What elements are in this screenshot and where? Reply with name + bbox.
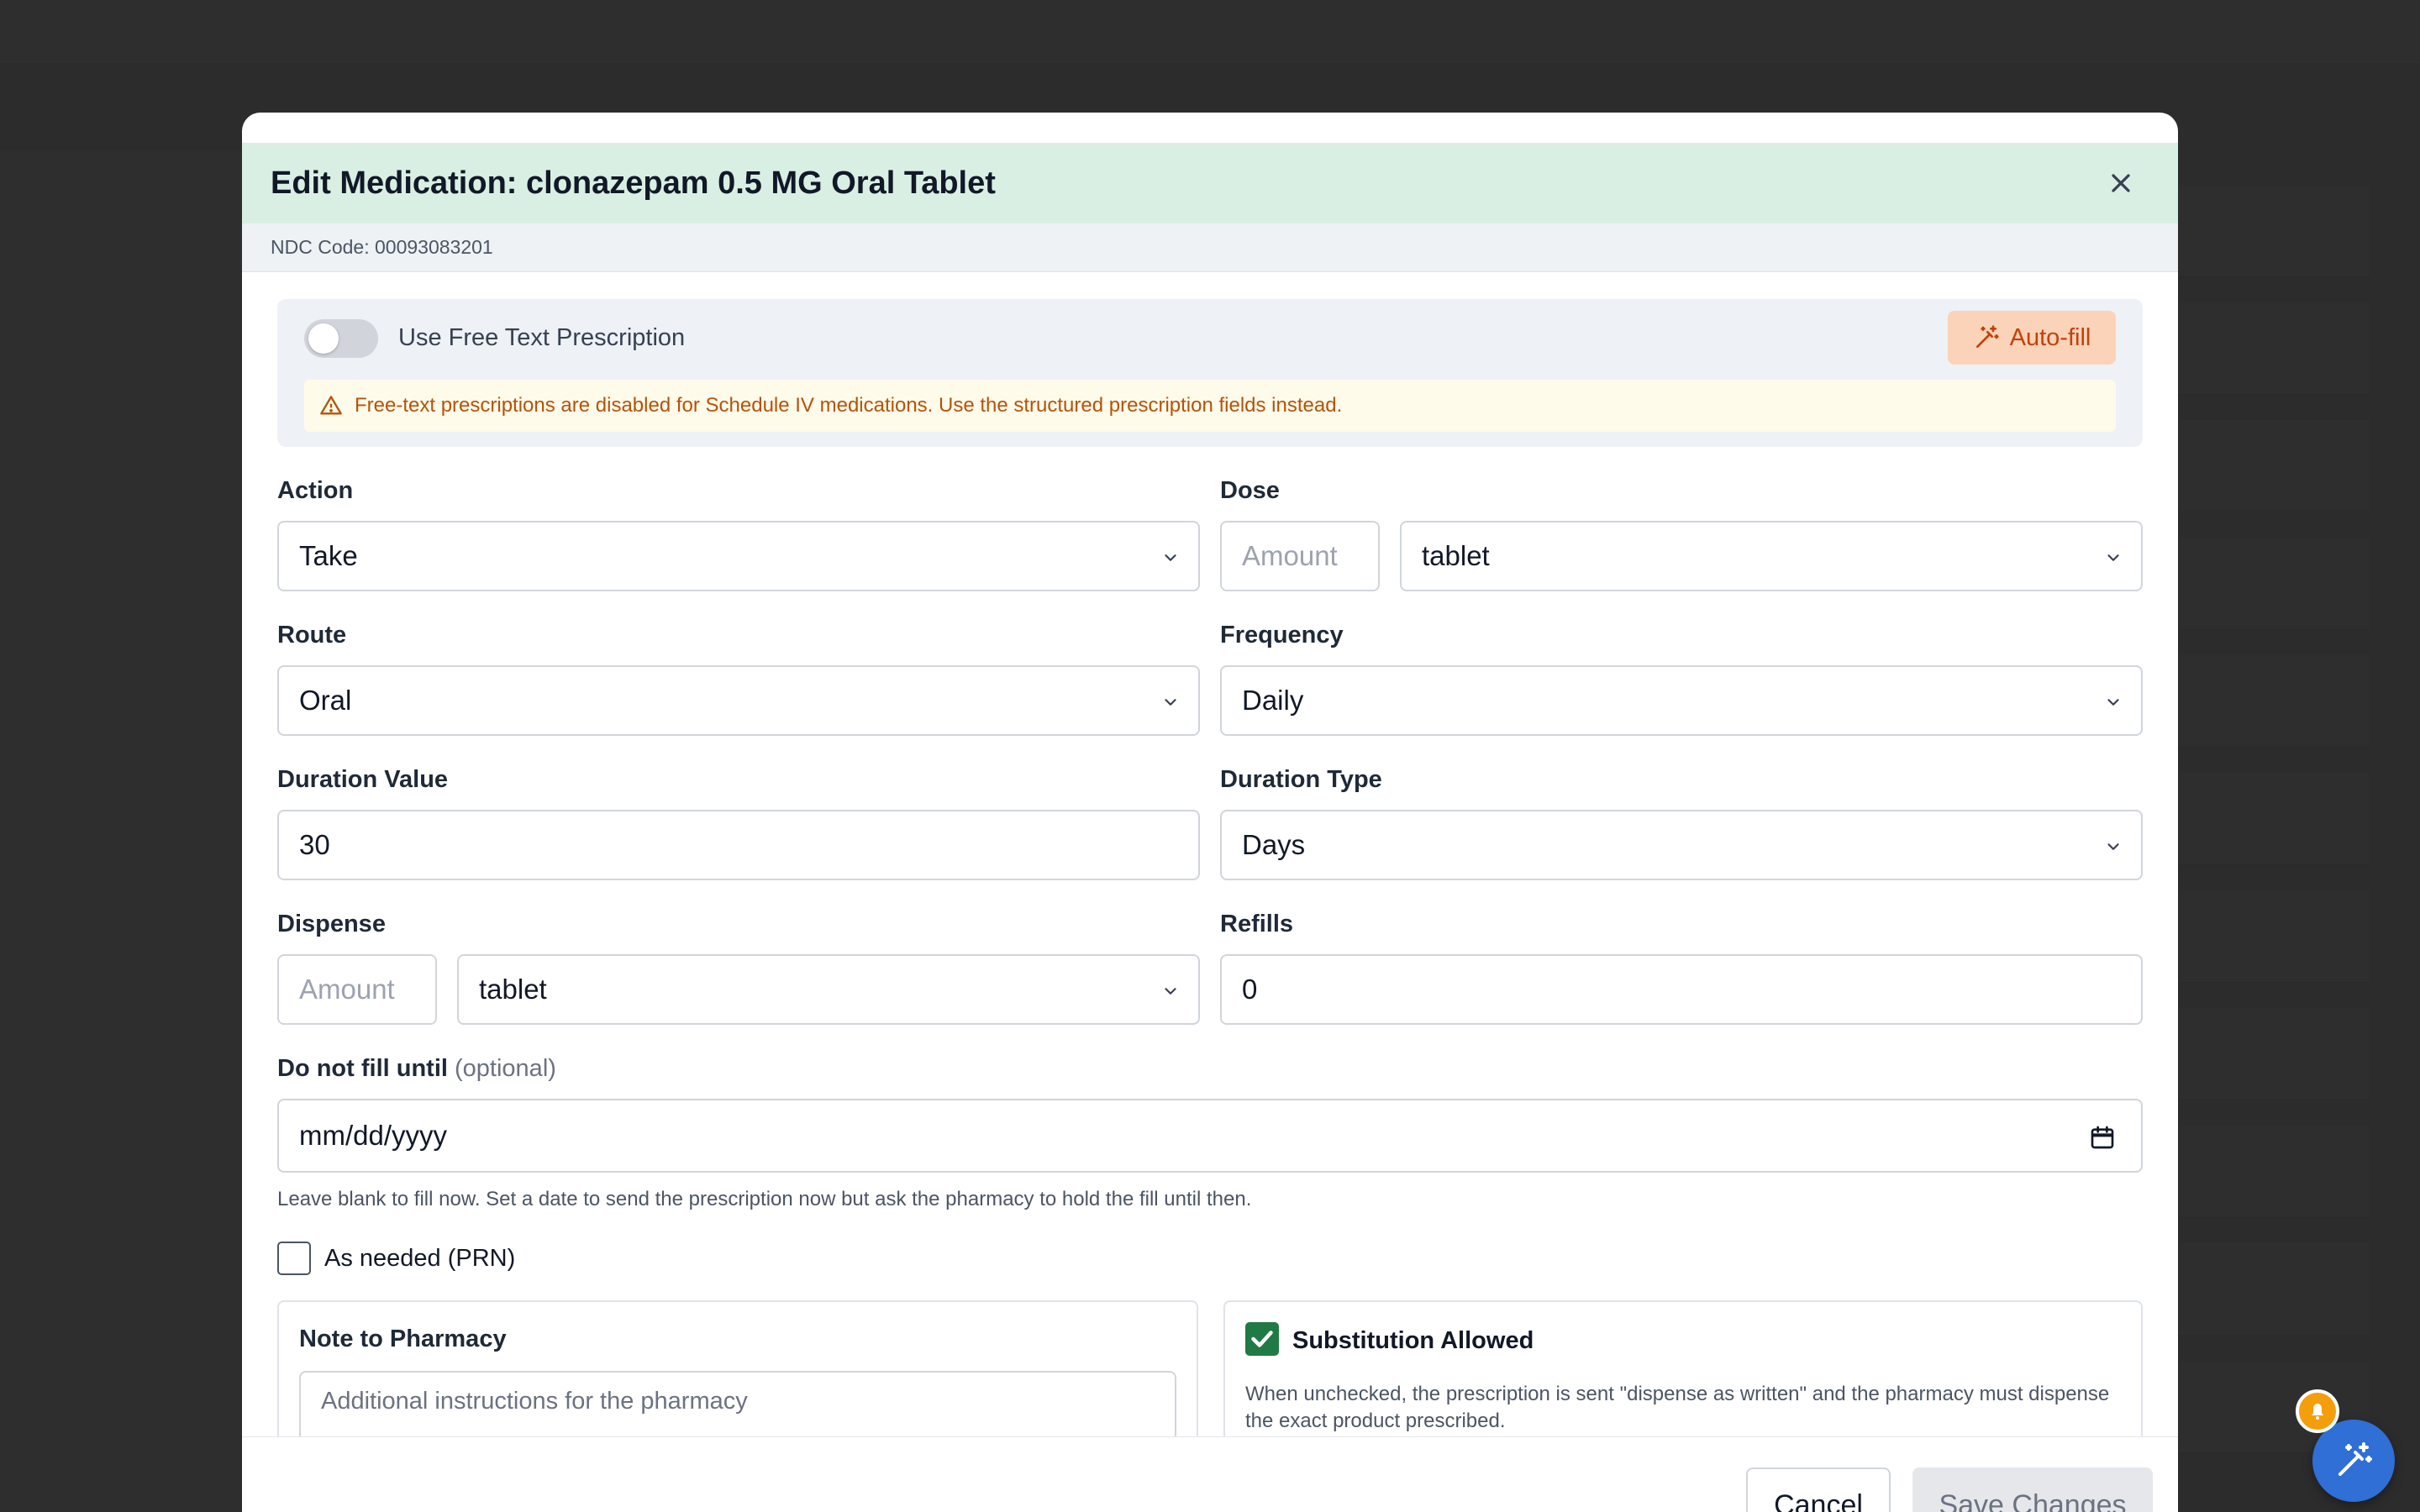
- duration-type-value: Days: [1242, 829, 1306, 860]
- free-text-section: Use Free Text Prescription Auto-fill Fre…: [277, 299, 2143, 447]
- close-icon[interactable]: [2106, 168, 2136, 198]
- dispense-label: Dispense: [277, 911, 386, 937]
- route-value: Oral: [299, 685, 352, 716]
- note-label: Note to Pharmacy: [299, 1326, 507, 1352]
- bell-icon: [2312, 1404, 2323, 1420]
- chevron-down-icon: [2107, 554, 2119, 561]
- ndc-code: NDC Code: 00093083201: [242, 223, 2178, 272]
- notification-badge[interactable]: [2296, 1389, 2339, 1433]
- dose-unit-value: tablet: [1422, 540, 1490, 571]
- duration-type-label: Duration Type: [1220, 766, 1382, 793]
- dose-unit-select[interactable]: tablet: [1400, 521, 2143, 591]
- dispense-amount-input[interactable]: Amount: [277, 954, 437, 1025]
- duration-value-label: Duration Value: [277, 766, 449, 793]
- chevron-down-icon: [1165, 554, 1176, 561]
- date-placeholder: mm/dd/yyyy: [299, 1120, 448, 1151]
- warning-text: Free-text prescriptions are disabled for…: [355, 394, 1343, 417]
- chevron-down-icon: [1165, 988, 1176, 995]
- dose-amount-input[interactable]: Amount: [1220, 521, 1380, 591]
- prn-checkbox[interactable]: [277, 1242, 311, 1275]
- auto-fill-button[interactable]: Auto-fill: [1948, 311, 2116, 365]
- free-text-toggle-label: Use Free Text Prescription: [398, 324, 686, 351]
- substitution-label: Substitution Allowed: [1292, 1327, 1534, 1354]
- magic-wand-icon: [1975, 325, 1999, 348]
- duration-value-input[interactable]: 30: [277, 810, 1200, 880]
- frequency-label: Frequency: [1220, 622, 1344, 648]
- chevron-down-icon: [2107, 843, 2119, 850]
- chevron-down-icon: [1165, 699, 1176, 706]
- chevron-down-icon: [2107, 699, 2119, 706]
- title-bar: Edit Medication: clonazepam 0.5 MG Oral …: [242, 143, 2178, 223]
- route-label: Route: [277, 622, 347, 648]
- warning-triangle-icon: [320, 396, 342, 415]
- optional-label: (optional): [455, 1055, 556, 1082]
- toggle-knob: [308, 323, 339, 354]
- free-text-toggle[interactable]: [304, 319, 378, 358]
- do-not-fill-help: Leave blank to fill now. Set a date to s…: [277, 1188, 1252, 1210]
- refills-input[interactable]: 0: [1220, 954, 2143, 1025]
- dispense-unit-select[interactable]: tablet: [457, 954, 1200, 1025]
- auto-fill-label: Auto-fill: [2009, 323, 2091, 351]
- substitution-help: When unchecked, the prescription is sent…: [1245, 1383, 2110, 1432]
- refills-label: Refills: [1220, 911, 1294, 937]
- action-value: Take: [299, 540, 358, 571]
- duration-type-select[interactable]: Days: [1220, 810, 2143, 880]
- dispense-unit-value: tablet: [479, 974, 547, 1005]
- do-not-fill-label: Do not fill until (optional): [277, 1055, 556, 1083]
- route-select[interactable]: Oral: [277, 665, 1200, 736]
- dose-label: Dose: [1220, 477, 1280, 504]
- save-changes-button[interactable]: Save Changes: [1912, 1467, 2153, 1512]
- do-not-fill-date-input[interactable]: mm/dd/yyyy: [277, 1099, 2143, 1173]
- substitution-checkbox[interactable]: [1245, 1322, 1279, 1356]
- cancel-button[interactable]: Cancel: [1746, 1467, 1891, 1512]
- assistant-fab[interactable]: [2312, 1420, 2395, 1502]
- action-select[interactable]: Take: [277, 521, 1200, 591]
- do-not-fill-label-text: Do not fill until: [277, 1055, 448, 1082]
- schedule-warning: Free-text prescriptions are disabled for…: [304, 380, 2116, 432]
- check-icon: [1251, 1331, 1273, 1347]
- frequency-select[interactable]: Daily: [1220, 665, 2143, 736]
- modal-footer: Cancel Save Changes: [242, 1436, 2178, 1512]
- frequency-value: Daily: [1242, 685, 1304, 716]
- edit-medication-modal: Edit Medication: clonazepam 0.5 MG Oral …: [242, 113, 2178, 1512]
- prn-label: As needed (PRN): [324, 1245, 516, 1272]
- modal-title: Edit Medication: clonazepam 0.5 MG Oral …: [271, 165, 996, 201]
- magic-wand-icon: [2338, 1442, 2372, 1476]
- calendar-icon[interactable]: [2089, 1124, 2116, 1151]
- action-label: Action: [277, 477, 354, 504]
